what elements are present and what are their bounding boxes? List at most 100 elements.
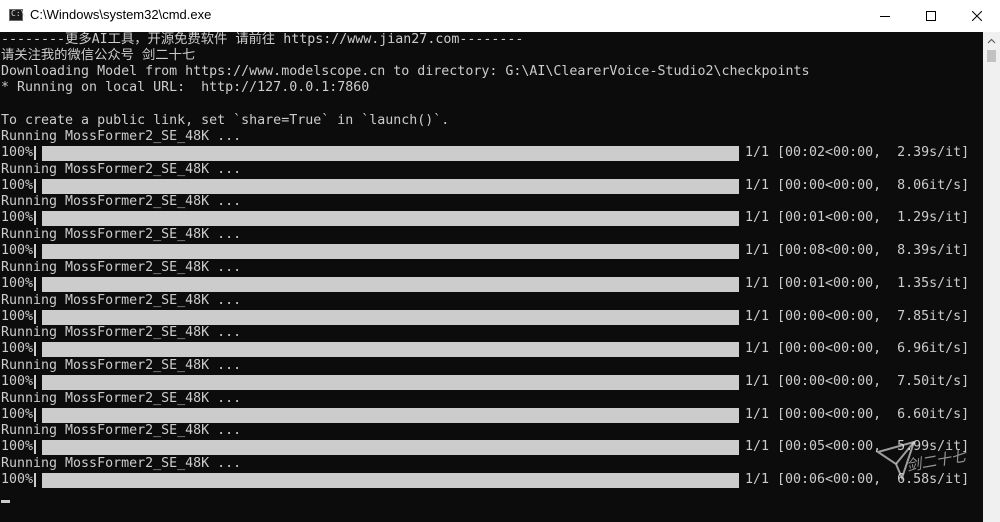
progress-bar (42, 473, 739, 488)
progress-bar-right-edge (737, 146, 739, 160)
progress-percent: 100% (1, 145, 34, 160)
console-output[interactable]: --------更多AI工具，开源免费软件 请前往 https://www.ji… (0, 32, 983, 522)
progress-bar (42, 277, 739, 292)
progress-row: 100% 1/1 [00:00<00:00, 7.50it/s] (0, 374, 983, 390)
progress-bar (42, 211, 739, 226)
progress-stats: 1/1 [00:02<00:00, 2.39s/it] (745, 145, 970, 160)
progress-row: 100% 1/1 [00:05<00:00, 5.99s/it] (0, 439, 983, 455)
progress-stats: 1/1 [00:01<00:00, 1.29s/it] (745, 210, 970, 225)
progress-bar-fill (42, 277, 739, 292)
progress-bar-fill (42, 146, 739, 161)
progress-bar (42, 310, 739, 325)
title-bar[interactable]: C:\ C:\Windows\system32\cmd.exe (0, 0, 1000, 32)
progress-bar-left-edge (34, 408, 36, 422)
progress-row: 100% 1/1 [00:00<00:00, 6.96it/s] (0, 341, 983, 357)
progress-percent: 100% (1, 374, 34, 389)
console-line: * Running on local URL: http://127.0.0.1… (1, 80, 370, 95)
console-line: 请关注我的微信公众号 剑二十七 (1, 48, 196, 63)
progress-stats: 1/1 [00:01<00:00, 1.35s/it] (745, 276, 970, 291)
progress-row: 100% 1/1 [00:02<00:00, 2.39s/it] (0, 145, 983, 161)
progress-bar-right-edge (737, 342, 739, 356)
progress-bar-right-edge (737, 244, 739, 258)
progress-bar-right-edge (737, 440, 739, 454)
progress-bar (42, 146, 739, 161)
run-label: Running MossFormer2_SE_48K ... (1, 456, 242, 471)
progress-stats: 1/1 [00:00<00:00, 7.85it/s] (745, 309, 970, 324)
run-label: Running MossFormer2_SE_48K ... (1, 391, 242, 406)
progress-bar-left-edge (34, 211, 36, 225)
maximize-button[interactable] (908, 0, 954, 32)
cmd-app-icon[interactable]: C:\ (9, 9, 26, 21)
progress-row: 100% 1/1 [00:06<00:00, 6.58s/it] (0, 472, 983, 488)
progress-stats: 1/1 [00:00<00:00, 6.96it/s] (745, 341, 970, 356)
progress-bar-fill (42, 211, 739, 226)
progress-bar-fill (42, 179, 739, 194)
progress-stats: 1/1 [00:08<00:00, 8.39s/it] (745, 243, 970, 258)
progress-stats: 1/1 [00:06<00:00, 6.58s/it] (745, 472, 970, 487)
progress-percent: 100% (1, 407, 34, 422)
progress-row: 100% 1/1 [00:00<00:00, 7.85it/s] (0, 309, 983, 325)
cmd-window: C:\ C:\Windows\system32\cmd.exe --------… (0, 0, 1000, 522)
progress-bar-right-edge (737, 408, 739, 422)
progress-bar-left-edge (34, 473, 36, 487)
progress-percent: 100% (1, 439, 34, 454)
progress-percent: 100% (1, 210, 34, 225)
progress-bar (42, 179, 739, 194)
close-button[interactable] (954, 0, 1000, 32)
run-label: Running MossFormer2_SE_48K ... (1, 293, 242, 308)
progress-bar-right-edge (737, 473, 739, 487)
progress-stats: 1/1 [00:00<00:00, 6.60it/s] (745, 407, 970, 422)
progress-bar-left-edge (34, 375, 36, 389)
progress-stats: 1/1 [00:00<00:00, 7.50it/s] (745, 374, 970, 389)
progress-bar-fill (42, 440, 739, 455)
progress-bar (42, 408, 739, 423)
progress-bar-fill (42, 473, 739, 488)
scroll-up-button[interactable] (983, 32, 1000, 49)
progress-percent: 100% (1, 243, 34, 258)
console-line: --------更多AI工具，开源免费软件 请前往 https://www.ji… (1, 32, 524, 47)
progress-bar-right-edge (737, 375, 739, 389)
minimize-icon (880, 16, 890, 17)
progress-row: 100% 1/1 [00:01<00:00, 1.29s/it] (0, 210, 983, 226)
progress-percent: 100% (1, 276, 34, 291)
progress-percent: 100% (1, 472, 34, 487)
run-label: Running MossFormer2_SE_48K ... (1, 162, 242, 177)
progress-bar-right-edge (737, 179, 739, 193)
console-line: To create a public link, set `share=True… (1, 113, 450, 128)
close-icon (972, 11, 982, 21)
progress-bar-fill (42, 244, 739, 259)
run-label: Running MossFormer2_SE_48K ... (1, 227, 242, 242)
chevron-up-icon (987, 38, 996, 43)
progress-bar-fill (42, 408, 739, 423)
progress-stats: 1/1 [00:05<00:00, 5.99s/it] (745, 439, 970, 454)
run-label: Running MossFormer2_SE_48K ... (1, 260, 242, 275)
minimize-button[interactable] (862, 0, 908, 32)
progress-percent: 100% (1, 178, 34, 193)
maximize-icon (926, 11, 936, 21)
progress-bar-left-edge (34, 179, 36, 193)
progress-bar-left-edge (34, 440, 36, 454)
progress-bar-right-edge (737, 310, 739, 324)
progress-percent: 100% (1, 309, 34, 324)
progress-row: 100% 1/1 [00:01<00:00, 1.35s/it] (0, 276, 983, 292)
run-label: Running MossFormer2_SE_48K ... (1, 358, 242, 373)
progress-row: 100% 1/1 [00:00<00:00, 6.60it/s] (0, 407, 983, 423)
progress-row: 100% 1/1 [00:08<00:00, 8.39s/it] (0, 243, 983, 259)
window-title: C:\Windows\system32\cmd.exe (30, 7, 212, 22)
run-label: Running MossFormer2_SE_48K ... (1, 325, 242, 340)
progress-bar (42, 375, 739, 390)
cmd-app-icon-glyph: C:\ (11, 9, 26, 18)
progress-percent: 100% (1, 341, 34, 356)
scroll-thumb[interactable] (987, 50, 996, 62)
run-label: Running MossFormer2_SE_48K ... (1, 129, 242, 144)
console-line: Downloading Model from https://www.model… (1, 64, 810, 79)
progress-bar-left-edge (34, 244, 36, 258)
run-label: Running MossFormer2_SE_48K ... (1, 423, 242, 438)
progress-bar-left-edge (34, 146, 36, 160)
vertical-scrollbar[interactable] (983, 32, 1000, 522)
progress-bar (42, 244, 739, 259)
progress-bar-left-edge (34, 310, 36, 324)
progress-bar-right-edge (737, 211, 739, 225)
text-cursor (1, 500, 10, 503)
progress-bar-fill (42, 375, 739, 390)
